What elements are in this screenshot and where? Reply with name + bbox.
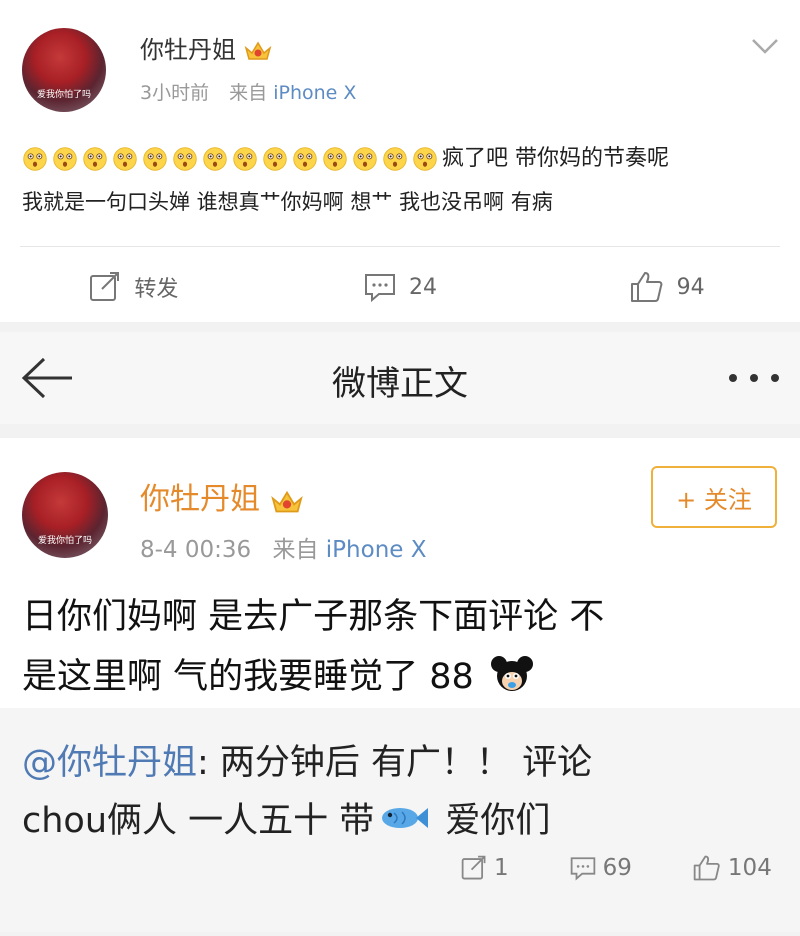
repost-comment-count: 69 bbox=[602, 855, 632, 881]
comment-button[interactable]: 24 bbox=[267, 256, 534, 318]
mention-link[interactable]: @你牡丹姐 bbox=[22, 743, 197, 783]
avatar[interactable]: 爱我你怕了吗 bbox=[22, 28, 106, 112]
surprised-face-emoji-icon bbox=[173, 147, 197, 171]
repost-label: 转发 bbox=[134, 277, 179, 302]
username[interactable]: 你牡丹姐 bbox=[140, 482, 260, 517]
post-text-line1: 疯了吧 带你妈的节奏呢 bbox=[22, 140, 669, 172]
thumbs-up-icon bbox=[630, 272, 663, 302]
surprised-face-emoji-icon bbox=[263, 147, 287, 171]
fish-emoji-icon bbox=[378, 802, 430, 842]
page-title: 微博正文 bbox=[332, 364, 468, 404]
post-text-line2: 我就是一句口头婵 谁想真艹你妈啊 想艹 我也没吊啊 有病 bbox=[22, 190, 553, 214]
source-device[interactable]: iPhone X bbox=[273, 82, 356, 104]
surprised-face-emoji-icon bbox=[143, 147, 167, 171]
repost-text-line2: chou俩人 一人五十 带 爱你们 bbox=[22, 792, 550, 843]
surprised-face-emoji-icon bbox=[323, 147, 347, 171]
detail-post-card: 爱我你怕了吗 你牡丹姐 8-4 00:36 来自 iPhone X + 关注 日… bbox=[0, 438, 800, 932]
navbar: 微博正文 bbox=[0, 332, 800, 424]
repost-share-button[interactable]: 1 bbox=[460, 854, 509, 882]
avatar[interactable]: 爱我你怕了吗 bbox=[22, 472, 108, 558]
chevron-down-icon[interactable] bbox=[750, 36, 780, 60]
repost-like-count: 104 bbox=[727, 855, 772, 881]
divider bbox=[20, 246, 780, 247]
repost-text-after-fish: 爱你们 bbox=[434, 801, 551, 841]
repost-button[interactable]: 转发 bbox=[0, 256, 267, 318]
action-bar: 转发 24 94 bbox=[0, 256, 800, 318]
avatar-caption: 爱我你怕了吗 bbox=[37, 536, 92, 546]
more-options-icon[interactable] bbox=[726, 370, 782, 389]
surprised-face-emoji-icon bbox=[413, 147, 437, 171]
surprised-face-emoji-icon bbox=[83, 147, 107, 171]
post-time: 3小时前 bbox=[140, 82, 210, 104]
surprised-face-emoji-icon bbox=[23, 147, 47, 171]
mouse-emoji-icon bbox=[490, 654, 533, 703]
post-text-line1: 日你们妈啊 是去广子那条下面评论 不 bbox=[22, 597, 605, 637]
surprised-face-emoji-icon bbox=[233, 147, 257, 171]
like-button[interactable]: 94 bbox=[533, 256, 800, 318]
comment-icon bbox=[365, 274, 395, 303]
repost-text-before-fish: chou俩人 一人五十 带 bbox=[22, 801, 375, 841]
source-device[interactable]: iPhone X bbox=[326, 537, 427, 563]
comment-count: 24 bbox=[409, 274, 437, 300]
crown-badge-icon bbox=[244, 40, 272, 62]
source-prefix: 来自 bbox=[229, 82, 268, 104]
repost-text-line1-text: : 两分钟后 有广！！ 评论 bbox=[197, 743, 593, 783]
username-row: 你牡丹姐 bbox=[140, 474, 304, 518]
surprised-face-emoji-icon bbox=[353, 147, 377, 171]
surprised-face-emoji-icon bbox=[53, 147, 77, 171]
post-time: 8-4 00:36 bbox=[140, 537, 252, 563]
post-meta: 3小时前 来自 iPhone X bbox=[140, 78, 356, 105]
thumbs-up-icon bbox=[693, 855, 720, 881]
repost-text-line1: @你牡丹姐: 两分钟后 有广！！ 评论 bbox=[22, 734, 592, 785]
crown-badge-icon bbox=[270, 488, 304, 514]
repost-like-button[interactable]: 104 bbox=[692, 854, 772, 882]
surprised-face-emoji-icon bbox=[293, 147, 317, 171]
source-prefix: 来自 bbox=[272, 537, 319, 563]
repost-count: 1 bbox=[494, 855, 509, 881]
post-text-line2-text: 是这里啊 气的我要睡觉了 88 bbox=[22, 657, 474, 697]
emoji-row bbox=[22, 146, 442, 171]
username[interactable]: 你牡丹姐 bbox=[140, 36, 236, 64]
post-text-line2: 是这里啊 气的我要睡觉了 88 bbox=[22, 648, 533, 703]
follow-label: + 关注 bbox=[676, 485, 752, 514]
username-row: 你牡丹姐 bbox=[140, 30, 272, 65]
share-icon bbox=[90, 272, 120, 301]
repost-action-bar: 1 69 104 bbox=[460, 854, 772, 882]
follow-button[interactable]: + 关注 bbox=[651, 466, 777, 528]
like-count: 94 bbox=[676, 274, 705, 300]
surprised-face-emoji-icon bbox=[113, 147, 137, 171]
reposted-content[interactable]: @你牡丹姐: 两分钟后 有广！！ 评论 chou俩人 一人五十 带 爱你们 1 … bbox=[0, 708, 800, 932]
share-icon bbox=[461, 855, 486, 880]
comment-icon bbox=[570, 857, 595, 881]
post-text-after-emojis: 疯了吧 带你妈的节奏呢 bbox=[442, 146, 669, 171]
repost-comment-button[interactable]: 69 bbox=[569, 854, 632, 882]
post-meta: 8-4 00:36 来自 iPhone X bbox=[140, 530, 427, 564]
surprised-face-emoji-icon bbox=[203, 147, 227, 171]
top-post-card: 爱我你怕了吗 你牡丹姐 3小时前 来自 iPhone X 疯了吧 带你妈的节奏呢… bbox=[0, 0, 800, 322]
surprised-face-emoji-icon bbox=[383, 147, 407, 171]
avatar-caption: 爱我你怕了吗 bbox=[36, 90, 91, 100]
